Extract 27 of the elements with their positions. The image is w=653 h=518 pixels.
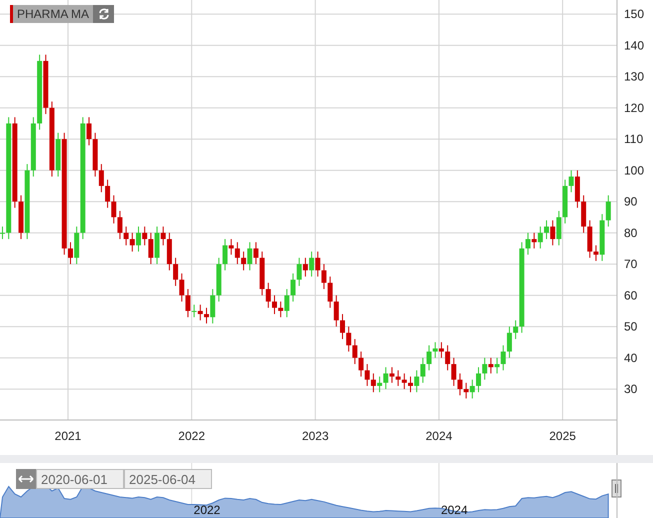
x-tick-label: 2024 (426, 429, 452, 443)
y-tick-label: 130 (624, 70, 644, 84)
refresh-icon[interactable] (93, 5, 114, 23)
y-tick-label: 50 (624, 320, 638, 334)
x-tick-label: 2021 (54, 429, 82, 443)
x-tick-label: 2023 (302, 429, 329, 443)
range-handle[interactable] (612, 480, 622, 498)
y-tick-label: 90 (624, 194, 638, 209)
y-tick-label: 120 (624, 100, 644, 115)
end-date-field[interactable]: 2025-06-04 (124, 469, 212, 489)
y-tick-label: 80 (624, 226, 638, 240)
navigator-year-label: 2022 (194, 503, 220, 517)
y-tick-label: 140 (624, 38, 644, 52)
y-tick-label: 30 (624, 382, 638, 396)
y-tick-label: 70 (624, 257, 638, 272)
y-tick-label: 40 (624, 350, 638, 365)
y-tick-label: 60 (624, 288, 638, 302)
y-tick-label: 110 (624, 132, 644, 146)
y-tick-label: 100 (624, 163, 644, 178)
navigator-year-label: 2024 (440, 503, 468, 517)
chart-title: PHARMA MA (13, 5, 94, 23)
x-tick-label: 2022 (178, 429, 205, 443)
range-swap-icon[interactable] (16, 469, 36, 489)
y-tick-label: 150 (624, 7, 644, 22)
start-date-field[interactable]: 2020-06-01 (36, 469, 124, 489)
x-tick-label: 2025 (549, 429, 576, 443)
series-marker (10, 5, 13, 23)
